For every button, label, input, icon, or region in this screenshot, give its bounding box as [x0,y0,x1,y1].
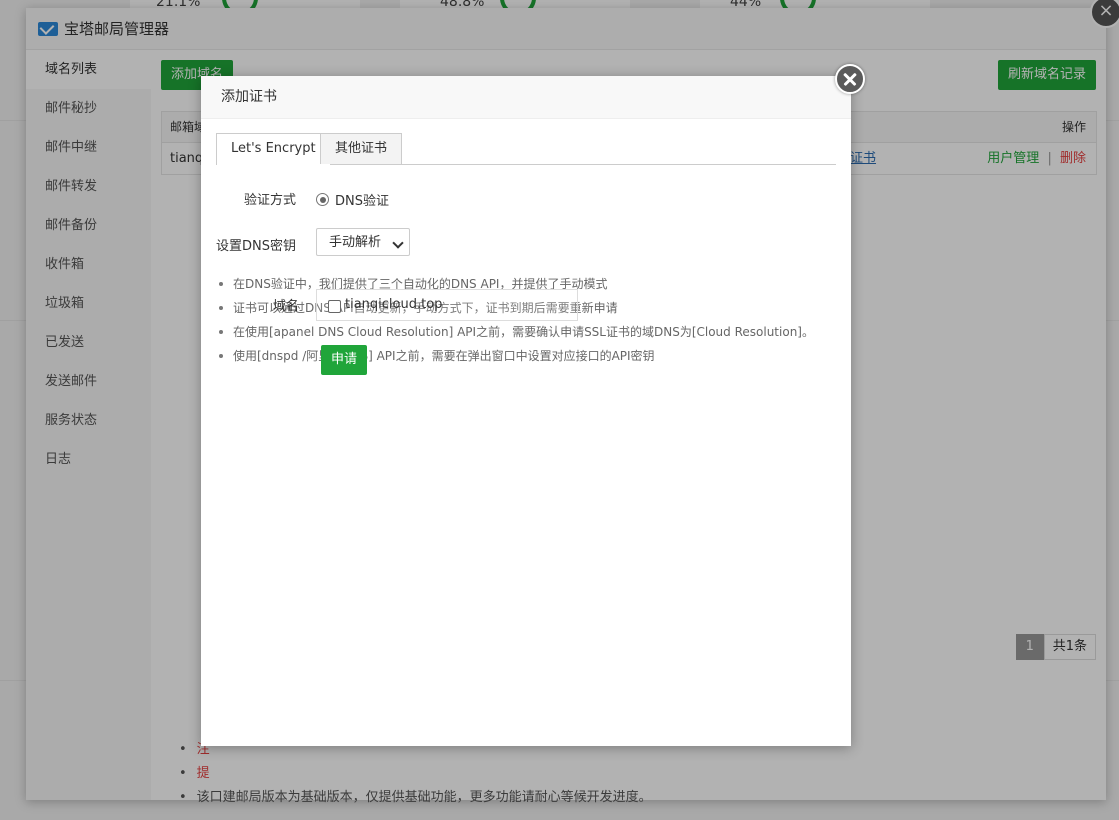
domain-label: 域名 [273,299,300,314]
radio-selected-icon [316,193,329,206]
dns-verify-option-label: DNS验证 [335,194,389,209]
domain-checkbox[interactable] [328,300,341,313]
dns-key-label: 设置DNS密钥 [216,239,296,254]
chevron-down-icon [392,237,404,249]
apply-button[interactable]: 申请 [321,345,367,375]
tab-lets-encrypt[interactable]: Let's Encrypt [216,133,331,165]
close-icon[interactable] [835,64,865,94]
dns-key-select-value: 手动解析 [329,235,382,250]
cert-tabs: Let's Encrypt 其他证书 [216,133,836,165]
verify-method-label: 验证方式 [243,193,296,208]
add-certificate-dialog: 添加证书 Let's Encrypt 其他证书 验证方式 DNS验证 设置DNS… [201,64,865,746]
dialog-title: 添加证书 [201,76,851,119]
dns-verify-radio[interactable]: DNS验证 [316,190,389,209]
tab-other-cert[interactable]: 其他证书 [320,133,403,164]
list-item: 使用[dnspd /阿里云DNS] API之前，需要在弹出窗口中设置对应接口的A… [219,344,839,368]
list-item: 在使用[apanel DNS Cloud Resolution] API之前，需… [219,320,839,344]
domain-value: tianqicloud.top [345,297,443,312]
dns-key-select[interactable]: 手动解析 [316,228,410,256]
